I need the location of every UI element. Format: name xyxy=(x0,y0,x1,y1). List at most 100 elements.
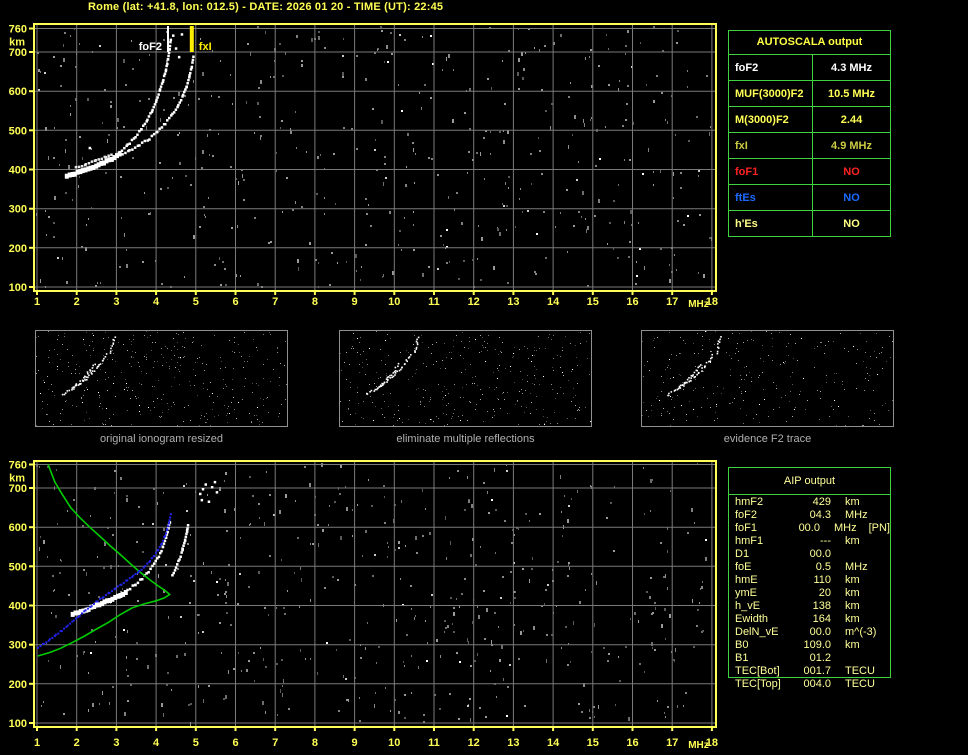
autoscala-row-ftes: ftEs NO xyxy=(729,184,890,210)
svg-text:300: 300 xyxy=(9,640,27,652)
autoscala-row-muf3000f2: MUF(3000)F2 10.5 MHz xyxy=(729,80,890,106)
svg-text:17: 17 xyxy=(666,296,678,308)
svg-text:4: 4 xyxy=(153,737,160,749)
aip-label: Ewidth xyxy=(735,613,769,625)
aip-label: foE xyxy=(735,561,752,573)
aip-table: AIP output hmF2 429 km foF2 04.3 MHz foF1 00.0 M… xyxy=(728,467,891,690)
svg-text:500: 500 xyxy=(9,125,27,137)
aip-label: B1 xyxy=(735,652,749,664)
aip-row-hme: hmE 110 km xyxy=(729,574,890,587)
autoscala-table-title: AUTOSCALA output xyxy=(756,36,863,48)
aip-table-rows: hmF2 429 km foF2 04.3 MHz foF1 00.0 MHz [PN] hmF1-… xyxy=(729,496,890,691)
svg-text:760: 760 xyxy=(9,24,27,36)
aip-label: TEC[Bot] xyxy=(735,665,780,677)
aip-row-foe: foE 0.5 MHz xyxy=(729,561,890,574)
autoscala-param-label: MUF(3000)F2 xyxy=(729,81,813,106)
bottom-ionogram-plot: 100200300400500600700760km1 2 3 4 5 6 7 8 9 10 11 1… xyxy=(9,460,718,752)
svg-text:11: 11 xyxy=(428,296,440,308)
aip-unit: TECU xyxy=(845,678,875,690)
svg-text:MHz: MHz xyxy=(688,740,709,751)
svg-text:7: 7 xyxy=(272,737,278,749)
aip-label: ymE xyxy=(735,587,757,599)
aip-unit: MHz xyxy=(833,522,857,534)
aip-row-d1: D1 00.0 xyxy=(729,548,890,561)
aip-value: 00.0 xyxy=(809,548,831,560)
thumbnail-multiple-reflections xyxy=(339,330,592,427)
aip-unit: km xyxy=(845,587,860,599)
svg-text:6: 6 xyxy=(232,296,238,308)
aip-unit: km xyxy=(845,639,860,651)
svg-text:km: km xyxy=(9,473,25,485)
aip-value: 429 xyxy=(812,496,831,508)
svg-text:4: 4 xyxy=(153,296,160,308)
aip-row-ewidth: Ewidth 164 km xyxy=(729,613,890,626)
aip-label: B0 xyxy=(735,639,749,651)
top-ionogram-plot: 100200300400500600700760km1 2 3 4 5 6 7 8 9 10 11 1… xyxy=(9,23,718,310)
aip-value: 004.0 xyxy=(803,678,831,690)
aip-value: 001.7 xyxy=(803,665,831,677)
autoscala-row-fxi: fxI 4.9 MHz xyxy=(729,132,890,158)
aip-row-fof2: foF2 04.3 MHz xyxy=(729,509,890,522)
aip-value: 04.3 xyxy=(809,509,831,521)
aip-row-b1: B1 01.2 xyxy=(729,652,890,665)
aip-unit: TECU xyxy=(845,665,875,677)
svg-text:13: 13 xyxy=(507,296,519,308)
autoscala-param-value: 4.9 MHz xyxy=(831,139,872,152)
thumbnail-f2trace-label: evidence F2 trace xyxy=(723,433,812,445)
aip-value: 109.0 xyxy=(803,639,831,651)
autoscala-row-fof1: foF1 NO xyxy=(729,158,890,184)
svg-text:fxI: fxI xyxy=(199,41,212,53)
svg-text:2: 2 xyxy=(74,296,80,308)
aip-unit: km xyxy=(845,613,860,625)
aip-unit: km xyxy=(845,600,860,612)
svg-text:3: 3 xyxy=(113,737,119,749)
aip-label: TEC[Top] xyxy=(735,678,781,690)
svg-text:9: 9 xyxy=(352,296,358,308)
autoscala-window: Rome (lat: +41.8, lon: 012.5) - DATE: 20… xyxy=(0,0,968,755)
aip-label: foF1 xyxy=(735,522,758,534)
autoscala-param-value: 10.5 MHz xyxy=(827,87,876,100)
svg-text:760: 760 xyxy=(9,460,27,472)
aip-value: 110 xyxy=(813,574,831,586)
svg-text:2: 2 xyxy=(74,737,80,749)
aip-label: hmF2 xyxy=(735,496,764,508)
aip-row-fof1: foF1 00.0 MHz [PN] xyxy=(729,522,890,535)
svg-text:12: 12 xyxy=(468,737,480,749)
svg-text:500: 500 xyxy=(9,561,27,573)
autoscala-param-value: NO xyxy=(843,217,860,230)
aip-value: 0.5 xyxy=(815,561,831,573)
svg-text:700: 700 xyxy=(9,47,27,59)
aip-value: 00.0 xyxy=(809,626,831,638)
svg-text:8: 8 xyxy=(312,737,318,749)
aip-table-title: AIP output xyxy=(729,468,890,495)
svg-text:100: 100 xyxy=(9,282,27,294)
aip-value: 20 xyxy=(818,587,831,599)
svg-text:foF2: foF2 xyxy=(139,41,162,53)
svg-text:5: 5 xyxy=(193,296,199,308)
autoscala-param-label: ftEs xyxy=(729,185,813,210)
aip-value: 164 xyxy=(812,613,831,625)
thumbnail-multiple-reflections-image xyxy=(340,331,591,426)
autoscala-row-hes: h'Es NO xyxy=(729,210,890,236)
autoscala-param-label: foF2 xyxy=(729,55,813,80)
autoscala-param-label: h'Es xyxy=(729,211,813,236)
aip-extra: [PN] xyxy=(868,522,890,534)
autoscala-table: AUTOSCALA output foF2 4.3 MHz MUF(3000)F2 1… xyxy=(728,30,891,237)
aip-label: DelN_vE xyxy=(735,626,779,638)
svg-text:1: 1 xyxy=(34,296,40,308)
thumbnail-original-label: original ionogram resized xyxy=(100,433,223,445)
svg-text:17: 17 xyxy=(666,737,678,749)
svg-text:3: 3 xyxy=(113,296,119,308)
aip-value: 01.2 xyxy=(809,652,831,664)
aip-value: --- xyxy=(820,535,831,547)
thumbnail-f2-trace-image xyxy=(642,331,893,426)
aip-row-tecbot: TEC[Bot] 001.7 TECU xyxy=(729,665,890,678)
aip-label: D1 xyxy=(735,548,750,560)
aip-label: hmE xyxy=(735,574,758,586)
svg-text:200: 200 xyxy=(9,679,27,691)
svg-text:700: 700 xyxy=(9,483,27,495)
svg-text:400: 400 xyxy=(9,165,27,177)
autoscala-row-m3000f2: M(3000)F2 2.44 xyxy=(729,106,890,132)
aip-row-hmf1: hmF1 --- km xyxy=(729,535,890,548)
aip-label: foF2 xyxy=(735,509,758,521)
